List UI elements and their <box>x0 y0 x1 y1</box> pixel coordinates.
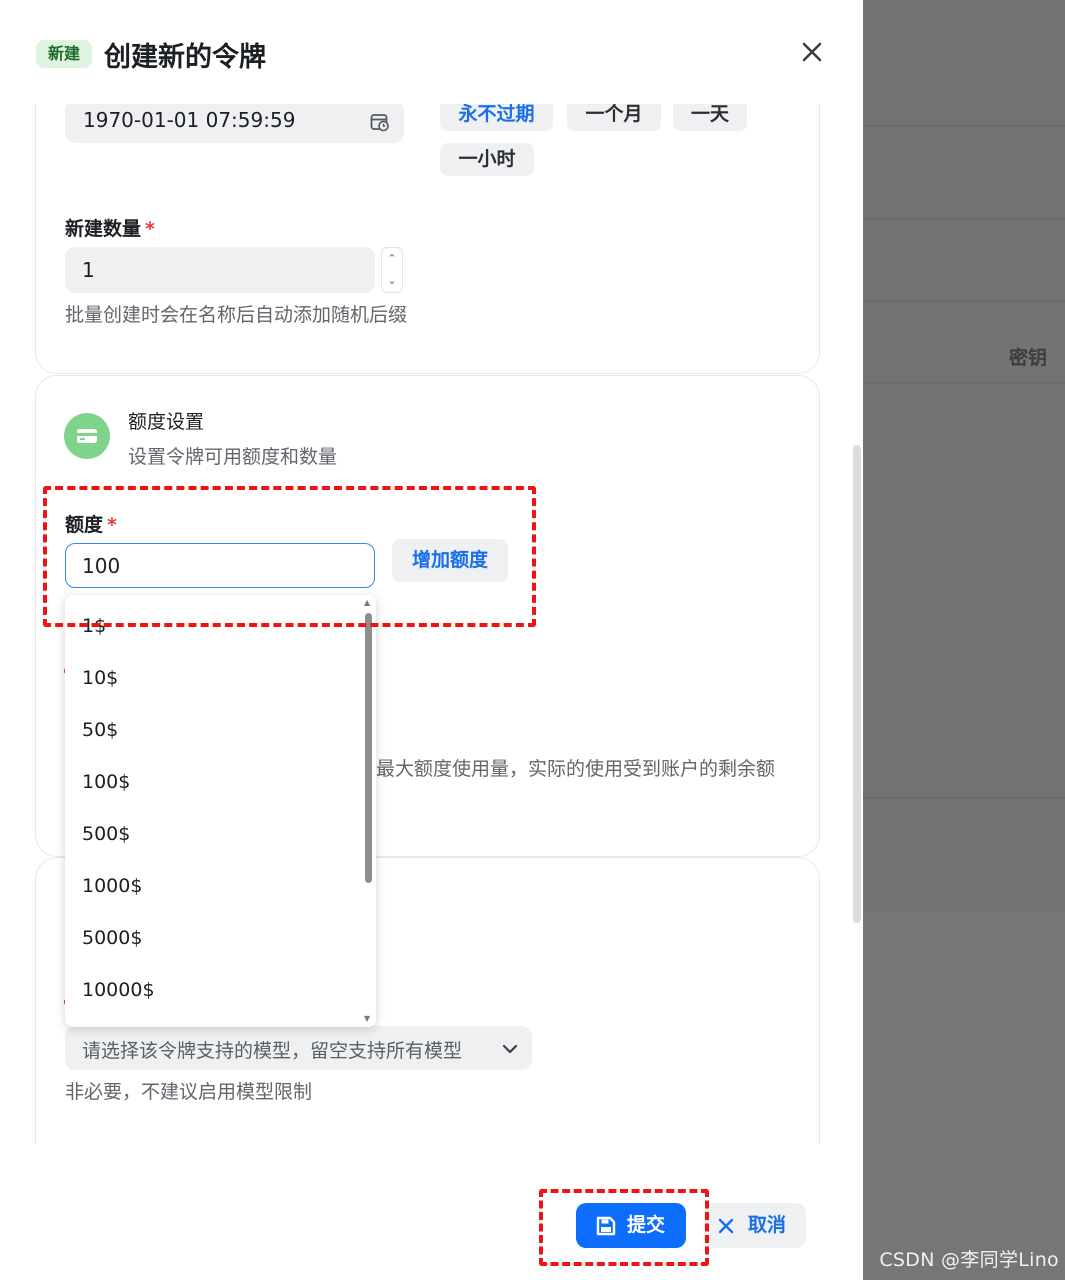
quota-option[interactable]: 500$ <box>82 823 130 845</box>
calendar-clock-icon <box>370 112 390 136</box>
close-icon[interactable] <box>798 38 826 66</box>
dropdown-scrollbar[interactable] <box>365 613 372 883</box>
bg-divider <box>863 125 1065 127</box>
quota-option[interactable]: 1000$ <box>82 875 142 897</box>
quota-option[interactable]: 100$ <box>82 771 130 793</box>
credit-card-icon <box>64 413 110 459</box>
bg-divider <box>863 218 1065 220</box>
chevron-down-icon <box>502 1040 518 1059</box>
annotation-box-submit <box>539 1189 709 1266</box>
create-token-sheet: 1970-01-01 07:59:59 永不过期 一个月 一天 一小时 新建数量… <box>0 0 863 1280</box>
expire-time-input[interactable]: 1970-01-01 07:59:59 <box>65 100 404 143</box>
quota-option[interactable]: 5000$ <box>82 927 142 949</box>
model-help: 非必要，不建议启用模型限制 <box>65 1081 313 1103</box>
annotation-box-quota <box>43 486 536 627</box>
count-input[interactable]: 1 <box>65 247 375 293</box>
watermark: CSDN @李同学Lino <box>879 1249 1059 1271</box>
required-mark: * <box>145 218 155 240</box>
sheet-title: 创建新的令牌 <box>104 42 266 73</box>
quota-help-partial: 最大额度使用量，实际的使用受到账户的剩余额 <box>376 758 776 780</box>
quota-options-dropdown: 1$ 10$ 50$ 100$ 500$ 1000$ 5000$ 10000$ … <box>65 595 376 1027</box>
cancel-label: 取消 <box>748 1214 787 1236</box>
scroll-down-arrow-icon[interactable]: ▼ <box>364 1014 370 1023</box>
sheet-header: 新建 创建新的令牌 <box>0 0 863 104</box>
bg-overlay-area <box>863 912 1065 1280</box>
quota-option[interactable]: 50$ <box>82 719 118 741</box>
count-stepper[interactable]: ⌃ ⌄ <box>381 247 403 293</box>
quota-option[interactable]: 10000$ <box>82 979 155 1001</box>
count-value: 1 <box>82 258 95 282</box>
background-app: 密钥 CSDN @李同学Lino <box>863 0 1065 1280</box>
quota-option[interactable]: 10$ <box>82 667 118 689</box>
close-icon <box>718 1218 734 1234</box>
sheet-scrollbar[interactable] <box>853 445 861 923</box>
bg-divider <box>863 300 1065 302</box>
quota-section-subtitle: 设置令牌可用额度和数量 <box>128 446 338 468</box>
count-label-text: 新建数量 <box>65 218 142 240</box>
expire-time-value: 1970-01-01 07:59:59 <box>83 108 296 132</box>
bg-column-header-key: 密钥 <box>1008 347 1047 369</box>
count-help: 批量创建时会在名称后自动添加随机后缀 <box>65 304 408 326</box>
new-tag: 新建 <box>36 40 92 68</box>
bg-divider <box>863 382 1065 384</box>
count-label: 新建数量 * <box>65 214 155 241</box>
quota-section-title: 额度设置 <box>128 411 205 433</box>
bg-divider <box>863 797 1065 799</box>
cancel-button[interactable]: 取消 <box>704 1203 806 1248</box>
model-select[interactable]: 请选择该令牌支持的模型，留空支持所有模型 <box>65 1026 532 1070</box>
chevron-up-icon[interactable]: ⌃ <box>382 248 402 270</box>
model-select-placeholder: 请选择该令牌支持的模型，留空支持所有模型 <box>82 1040 463 1062</box>
chevron-down-icon[interactable]: ⌄ <box>382 270 402 292</box>
expire-one-hour-button[interactable]: 一小时 <box>440 143 534 176</box>
